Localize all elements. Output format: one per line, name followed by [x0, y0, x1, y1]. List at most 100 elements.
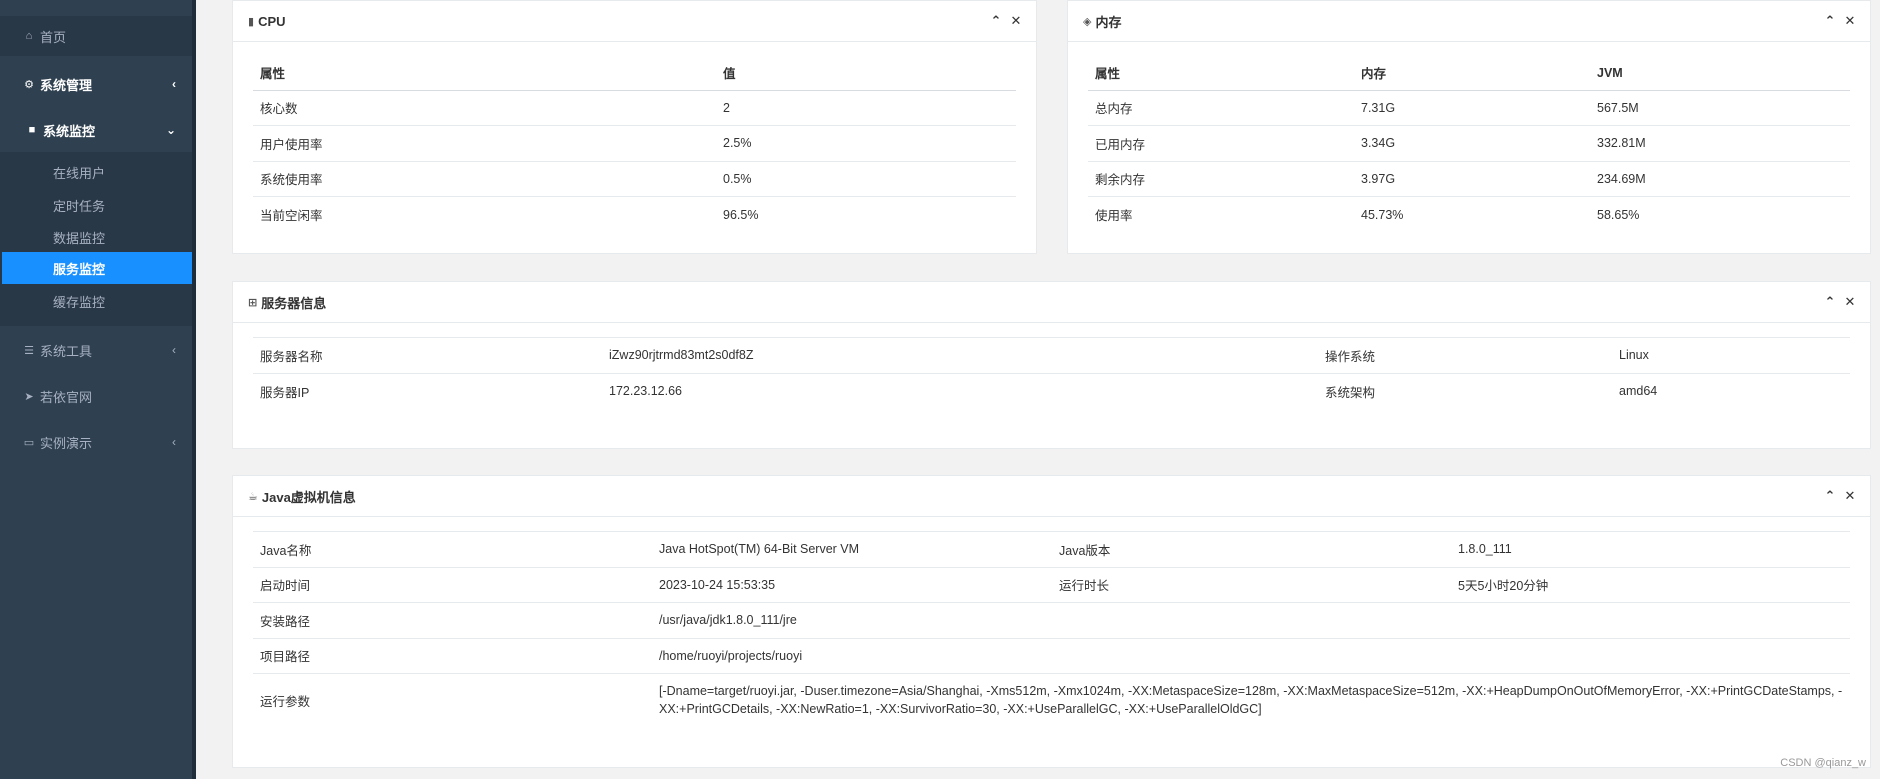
bars-icon: ☰	[24, 344, 34, 357]
col-header: 值	[716, 56, 1016, 91]
table-row: 服务器IP 172.23.12.66 系统架构 amd64	[253, 372, 1850, 409]
nav-system-monitor-label: 系统监控	[43, 123, 96, 139]
server-panel-title: ⊞ 服务器信息	[248, 293, 326, 312]
table-row: 用户使用率 2.5%	[253, 125, 1016, 161]
chevron-left-icon: ‹	[172, 77, 176, 91]
col-header: 属性	[1088, 56, 1354, 91]
nav-system-management-label: 系统管理	[40, 77, 93, 93]
table-cell: 安装路径	[253, 602, 652, 638]
windows-icon: ⊞	[248, 296, 258, 309]
table-cell: 58.65%	[1590, 196, 1850, 232]
microchip-icon: ▮	[248, 15, 255, 28]
sidebar-item-scheduled-tasks[interactable]: 定时任务	[0, 189, 192, 221]
table-cell: 总内存	[1088, 89, 1354, 126]
sidebar-item-online-users[interactable]: 在线用户	[0, 156, 192, 188]
close-icon[interactable]: ✕	[1010, 13, 1022, 27]
collapse-icon[interactable]: ⌃	[1824, 13, 1836, 27]
coffee-icon: ☕	[248, 490, 258, 503]
table-header-row: 属性 值	[253, 56, 1016, 91]
table-cell: 系统使用率	[253, 160, 716, 197]
close-icon[interactable]: ✕	[1844, 488, 1856, 502]
nav-official-site[interactable]: ➤ 若依官网	[0, 376, 192, 416]
table-row: 启动时间 2023-10-24 15:53:35 运行时长 5天5小时20分钟	[253, 566, 1850, 603]
table-row: 安装路径/usr/java/jdk1.8.0_111/jre	[253, 602, 1850, 638]
close-icon[interactable]: ✕	[1844, 294, 1856, 308]
video-camera-icon: ■	[28, 124, 36, 136]
table-row: 系统使用率 0.5%	[253, 160, 1016, 197]
table-row: Java名称 Java HotSpot(TM) 64-Bit Server VM J…	[253, 531, 1850, 567]
table-cell: 运行参数	[253, 673, 652, 726]
table-cell: 当前空闲率	[253, 196, 716, 232]
sidebar-item-cache-monitor[interactable]: 缓存监控	[0, 285, 192, 317]
table-cell: Java HotSpot(TM) 64-Bit Server VM	[652, 531, 1052, 567]
table-row: 总内存 7.31G 567.5M	[1088, 89, 1850, 126]
memory-table-wrap: 属性 内存 JVM 总内存 7.31G 567.5M 已用内存 3.34G 332.81…	[1088, 56, 1850, 232]
table-cell: 7.31G	[1354, 89, 1590, 126]
sidebar-item-data-monitor[interactable]: 数据监控	[0, 221, 192, 253]
server-info-panel: ⊞ 服务器信息 ⌃ ✕ 服务器名称 iZwz90rjtrmd83mt2s0df8Z…	[232, 281, 1871, 449]
jvm-panel-title: ☕ Java虚拟机信息	[248, 487, 356, 506]
system-monitor-submenu: 在线用户 定时任务 数据监控 服务监控 缓存监控	[0, 152, 192, 326]
collapse-icon[interactable]: ⌃	[990, 13, 1002, 27]
server-title-text: 服务器信息	[261, 295, 327, 311]
nav-demo[interactable]: ▭ 实例演示 ‹	[0, 422, 192, 462]
close-icon[interactable]: ✕	[1844, 13, 1856, 27]
jvm-info-panel: ☕ Java虚拟机信息 ⌃ ✕ Java名称 Java HotSpot(TM) 6…	[232, 475, 1871, 768]
col-header: 属性	[253, 56, 716, 91]
table-cell: [-Dname=target/ruoyi.jar, -Duser.timezon…	[652, 673, 1850, 726]
table-cell: amd64	[1612, 372, 1850, 409]
cpu-title-text: CPU	[258, 13, 286, 29]
table-cell: 3.97G	[1354, 160, 1590, 197]
collapse-icon[interactable]: ⌃	[1824, 488, 1836, 502]
sidebar-edge	[192, 0, 196, 779]
table-row: 服务器名称 iZwz90rjtrmd83mt2s0df8Z 操作系统 Linux	[253, 337, 1850, 373]
table-cell: 45.73%	[1354, 196, 1590, 232]
table-cell: 3.34G	[1354, 125, 1590, 161]
server-table: 服务器名称 iZwz90rjtrmd83mt2s0df8Z 操作系统 Linux 服务…	[253, 337, 1850, 409]
memory-table: 属性 内存 JVM 总内存 7.31G 567.5M 已用内存 3.34G 332.81…	[1088, 56, 1850, 232]
table-cell: 剩余内存	[1088, 160, 1354, 197]
nav-system-monitor[interactable]: ■ 系统监控 ⌄	[0, 110, 192, 150]
chevron-left-icon: ‹	[172, 435, 176, 449]
ticket-icon: ◈	[1083, 15, 1092, 28]
table-cell: 234.69M	[1590, 160, 1850, 197]
table-cell: 567.5M	[1590, 89, 1850, 126]
nav-system-management[interactable]: ⚙ 系统管理 ‹	[0, 64, 192, 104]
table-row: 已用内存 3.34G 332.81M	[1088, 125, 1850, 161]
jvm-table-wrap: Java名称 Java HotSpot(TM) 64-Bit Server VM J…	[253, 531, 1850, 726]
cpu-panel-header: ▮ CPU ⌃ ✕	[233, 1, 1036, 42]
table-cell: 0.5%	[716, 160, 1016, 197]
table-cell: 已用内存	[1088, 125, 1354, 161]
jvm-title-text: Java虚拟机信息	[261, 489, 356, 505]
desktop-icon: ▭	[23, 436, 35, 449]
nav-system-tools[interactable]: ☰ 系统工具 ‹	[0, 330, 192, 370]
table-cell: 2	[716, 89, 1016, 126]
table-row: 当前空闲率 96.5%	[253, 196, 1016, 232]
table-cell: 2.5%	[716, 125, 1016, 161]
table-row: 使用率 45.73% 58.65%	[1088, 196, 1850, 232]
collapse-icon[interactable]: ⌃	[1824, 294, 1836, 308]
cpu-panel-title: ▮ CPU	[248, 14, 286, 29]
jvm-panel-tools: ⌃ ✕	[1824, 488, 1856, 502]
table-row: 剩余内存 3.97G 234.69M	[1088, 160, 1850, 197]
table-cell: 5天5小时20分钟	[1451, 566, 1850, 603]
table-cell: 1.8.0_111	[1451, 531, 1850, 567]
server-table-wrap: 服务器名称 iZwz90rjtrmd83mt2s0df8Z 操作系统 Linux 服务…	[253, 337, 1850, 409]
jvm-table: Java名称 Java HotSpot(TM) 64-Bit Server VM J…	[253, 531, 1850, 726]
location-arrow-icon: ➤	[24, 390, 34, 403]
nav-demo-label: 实例演示	[40, 435, 93, 451]
table-cell: Java版本	[1052, 531, 1451, 567]
col-header: 内存	[1354, 56, 1590, 91]
table-cell: 96.5%	[716, 196, 1016, 232]
sidebar-item-server-monitor[interactable]: 服务监控	[2, 252, 192, 284]
table-cell: 启动时间	[253, 566, 652, 603]
nav-home[interactable]: ⌂ 首页	[0, 16, 192, 56]
nav-official-site-label: 若依官网	[40, 389, 93, 405]
memory-panel: ◈ 内存 ⌃ ✕ 属性 内存 JVM 总内存 7.31G 567.5M 已用内存 3.…	[1067, 0, 1871, 254]
sidebar: ⌂ 首页 ⚙ 系统管理 ‹ ■ 系统监控 ⌄ 在线用户 定时任务 数据监控 服务…	[0, 0, 192, 779]
table-cell: 使用率	[1088, 196, 1354, 232]
memory-panel-title: ◈ 内存	[1083, 12, 1121, 31]
nav-system-tools-label: 系统工具	[40, 343, 93, 359]
table-cell: 系统架构	[1318, 372, 1612, 409]
cpu-table-wrap: 属性 值 核心数 2 用户使用率 2.5% 系统使用率 0.5% 当前空闲率 96.5%	[253, 56, 1016, 232]
